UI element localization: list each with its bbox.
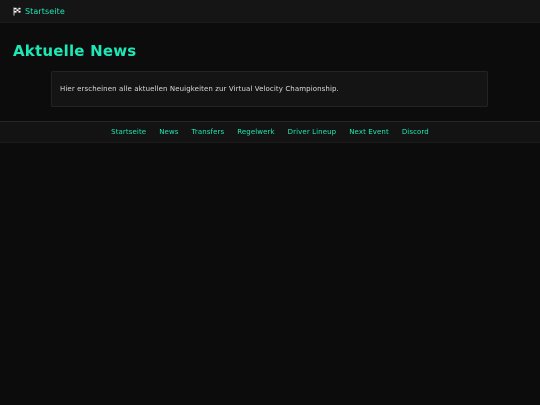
page-title: Aktuelle News — [13, 42, 137, 60]
news-card: Hier erscheinen alle aktuellen Neuigkeit… — [51, 71, 488, 107]
footer-nav: Startseite News Transfers Regelwerk Driv… — [0, 121, 540, 143]
home-link[interactable]: Startseite — [13, 7, 65, 16]
nav-link-next-event[interactable]: Next Event — [349, 128, 389, 136]
nav-link-startseite[interactable]: Startseite — [111, 128, 146, 136]
home-link-label: Startseite — [25, 6, 65, 16]
checkered-flag-icon — [13, 7, 22, 16]
nav-link-driver-lineup[interactable]: Driver Lineup — [288, 128, 337, 136]
news-intro-text: Hier erscheinen alle aktuellen Neuigkeit… — [60, 85, 339, 93]
nav-link-regelwerk[interactable]: Regelwerk — [237, 128, 274, 136]
nav-link-news[interactable]: News — [159, 128, 178, 136]
nav-link-transfers[interactable]: Transfers — [192, 128, 225, 136]
nav-link-discord[interactable]: Discord — [402, 128, 429, 136]
top-bar: Startseite — [0, 0, 540, 23]
